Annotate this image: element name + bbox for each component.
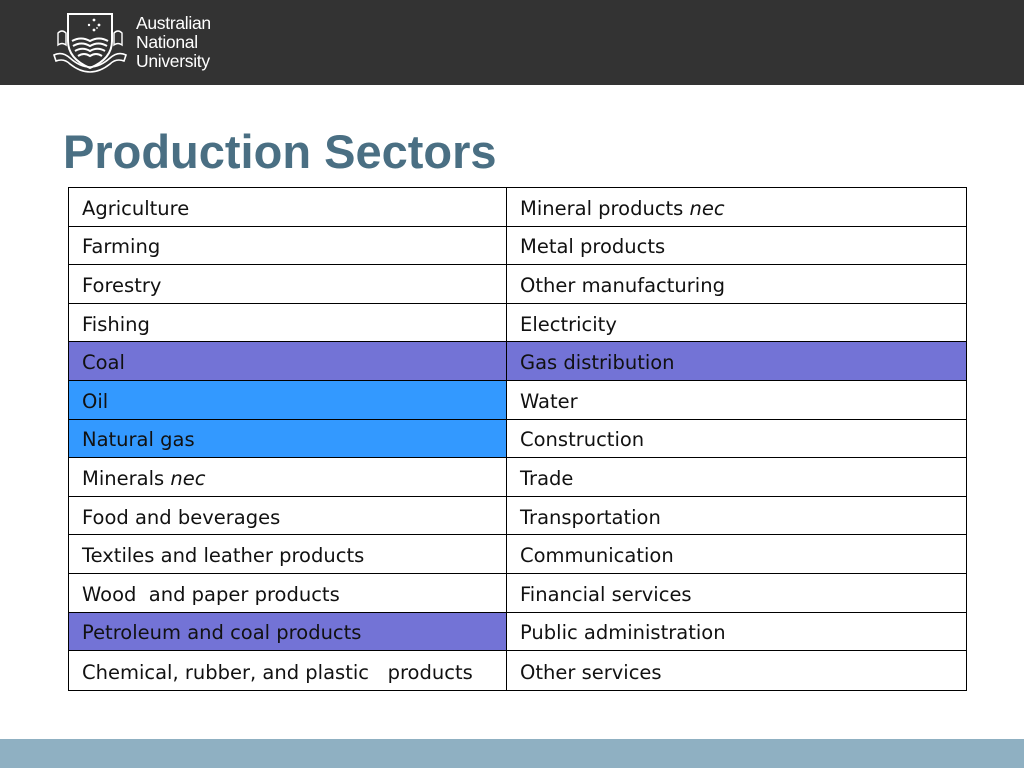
sector-cell-left: Wood and paper products bbox=[68, 572, 507, 613]
logo-line-1: Australian bbox=[136, 12, 211, 33]
table-row: Fishing Electricity bbox=[68, 302, 967, 343]
sector-label: Chemical, rubber, and plastic products bbox=[82, 660, 473, 684]
sector-cell-right: Electricity bbox=[506, 302, 967, 343]
sector-cell-right: Public administration bbox=[506, 611, 967, 652]
table-row: Wood and paper products Financial service… bbox=[68, 572, 967, 613]
sector-cell-right: Metal products bbox=[506, 225, 967, 266]
sector-label: Metal products bbox=[520, 235, 666, 259]
sector-label: Oil bbox=[82, 389, 109, 413]
sector-cell-left: Farming bbox=[68, 225, 507, 266]
logo-wordmark: Australian National University bbox=[136, 12, 211, 71]
sector-cell-left: Natural gas bbox=[68, 418, 507, 459]
sector-cell-right: Mineral products nec bbox=[506, 187, 967, 227]
sector-cell-right: Gas distribution bbox=[506, 341, 967, 381]
sector-label: Water bbox=[520, 389, 578, 413]
sector-cell-left: Oil bbox=[68, 379, 507, 420]
sector-label: Trade bbox=[520, 466, 574, 490]
sector-label: Financial services bbox=[520, 582, 692, 606]
sector-cell-left: Minerals nec bbox=[68, 457, 507, 497]
sector-label: Public administration bbox=[520, 621, 726, 645]
sector-label-suffix: nec bbox=[170, 466, 206, 490]
sector-label: Electricity bbox=[520, 312, 617, 336]
sector-cell-left: Agriculture bbox=[68, 187, 507, 227]
table-row: Petroleum and coal products Public admini… bbox=[68, 611, 967, 652]
table-row: Food and beverages Transportation bbox=[68, 495, 967, 536]
sector-label: Coal bbox=[82, 351, 125, 375]
header-bar: Australian National University bbox=[0, 0, 1024, 85]
table-row: Chemical, rubber, and plastic products Ot… bbox=[68, 650, 967, 692]
table-row: Textiles and leather products Communicati… bbox=[68, 534, 967, 574]
sector-label: Gas distribution bbox=[520, 351, 675, 375]
sector-label: Communication bbox=[520, 544, 674, 568]
slide-title: Production Sectors bbox=[63, 125, 497, 178]
anu-crest-icon bbox=[53, 13, 127, 73]
table-row: Farming Metal products bbox=[68, 225, 967, 266]
sector-cell-left: Forestry bbox=[68, 264, 507, 304]
logo-line-3: University bbox=[136, 50, 210, 71]
sector-label: Farming bbox=[82, 235, 161, 259]
sector-cell-left: Petroleum and coal products bbox=[68, 611, 507, 652]
table-row: Minerals nec Trade bbox=[68, 457, 967, 497]
sector-cell-right: Transportation bbox=[506, 495, 967, 536]
sector-label: Petroleum and coal products bbox=[82, 621, 362, 645]
sector-cell-left: Food and beverages bbox=[68, 495, 507, 536]
sector-label: Food and beverages bbox=[82, 505, 281, 529]
footer-bar bbox=[0, 739, 1024, 768]
sector-cell-right: Other services bbox=[506, 650, 967, 692]
sector-cell-right: Communication bbox=[506, 534, 967, 574]
sector-label: Minerals bbox=[82, 466, 171, 490]
sector-cell-right: Trade bbox=[506, 457, 967, 497]
table-row: Coal Gas distribution bbox=[68, 341, 967, 381]
sector-label: Mineral products bbox=[520, 196, 690, 220]
sector-cell-left: Textiles and leather products bbox=[68, 534, 507, 574]
sector-label: Forestry bbox=[82, 273, 162, 297]
sector-cell-right: Construction bbox=[506, 418, 967, 459]
sector-label: Natural gas bbox=[82, 428, 195, 452]
sector-label: Agriculture bbox=[82, 196, 190, 220]
logo-line-2: National bbox=[136, 31, 198, 52]
sector-label: Fishing bbox=[82, 312, 150, 336]
sector-label: Construction bbox=[520, 428, 645, 452]
production-sectors-table: Agriculture Mineral products nec Farming Me… bbox=[68, 187, 967, 692]
sector-label: Other manufacturing bbox=[520, 273, 725, 297]
table-row: Agriculture Mineral products nec bbox=[68, 187, 967, 227]
anu-logo[interactable]: Australian National University bbox=[52, 11, 211, 73]
sector-label: Wood and paper products bbox=[82, 582, 340, 606]
sector-label: Transportation bbox=[520, 505, 661, 529]
table-row: Oil Water bbox=[68, 379, 967, 420]
sector-cell-right: Water bbox=[506, 379, 967, 420]
sector-label-suffix: nec bbox=[689, 196, 725, 220]
sector-cell-right: Other manufacturing bbox=[506, 264, 967, 304]
sector-cell-right: Financial services bbox=[506, 572, 967, 613]
table-row: Forestry Other manufacturing bbox=[68, 264, 967, 304]
sector-label: Other services bbox=[520, 660, 662, 684]
sector-cell-left: Chemical, rubber, and plastic products bbox=[68, 650, 507, 692]
sector-cell-left: Coal bbox=[68, 341, 507, 381]
sector-label: Textiles and leather products bbox=[82, 544, 365, 568]
table-row: Natural gas Construction bbox=[68, 418, 967, 459]
sector-cell-left: Fishing bbox=[68, 302, 507, 343]
